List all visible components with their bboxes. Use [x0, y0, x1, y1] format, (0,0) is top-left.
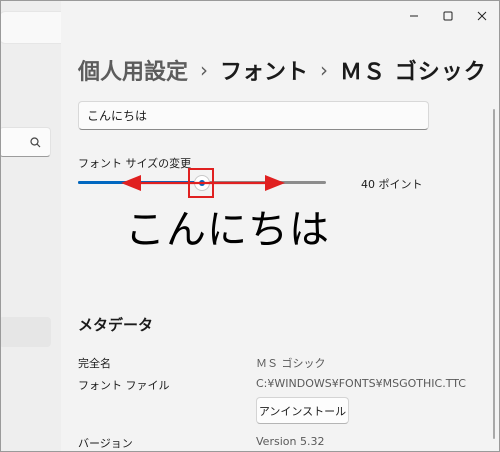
font-sample-text: こんにちは [125, 207, 330, 253]
full-name-label: 完全名 [78, 357, 111, 370]
close-icon [477, 11, 487, 21]
font-file-label: フォント ファイル [78, 379, 170, 392]
navigation-pane [1, 1, 159, 451]
scrollbar[interactable] [493, 109, 495, 439]
breadcrumb-personalization[interactable]: 個人用設定 [78, 54, 188, 86]
font-file-value: C:¥WINDOWS¥FONTS¥MSGOTHIC.TTC [256, 377, 466, 390]
full-name-value: ＭＳ ゴシック [256, 357, 326, 370]
version-label: バージョン [78, 437, 133, 450]
breadcrumb: 個人用設定 › フォント › ＭＳ ゴシック [78, 54, 487, 86]
page-title: ＭＳ ゴシック [340, 60, 487, 85]
settings-window: 個人用設定 › フォント › ＭＳ ゴシック こんにちは フォント サイズの変更… [0, 0, 500, 452]
minimize-button[interactable] [397, 1, 431, 31]
nav-search-box[interactable] [1, 127, 51, 157]
minimize-icon [410, 15, 418, 17]
search-icon [30, 137, 41, 148]
close-button[interactable] [465, 1, 499, 31]
version-value: Version 5.32 [256, 435, 325, 448]
metadata-heading: メタデータ [78, 316, 154, 334]
content-area: 個人用設定 › フォント › ＭＳ ゴシック こんにちは フォント サイズの変更… [61, 1, 499, 451]
maximize-button[interactable] [431, 1, 465, 31]
nav-item-personalization[interactable] [1, 317, 51, 347]
preview-text-input[interactable]: こんにちは [78, 101, 429, 130]
uninstall-button[interactable]: アンインストール [256, 397, 349, 424]
annotation-highlight-box [188, 168, 214, 198]
font-size-label: フォント サイズの変更 [78, 157, 192, 170]
window-controls [397, 1, 499, 31]
chevron-right-icon: › [200, 58, 209, 82]
chevron-right-icon: › [320, 58, 329, 82]
breadcrumb-fonts[interactable]: フォント [220, 54, 308, 86]
maximize-icon [443, 11, 453, 21]
font-size-value: 40 ポイント [361, 178, 423, 191]
